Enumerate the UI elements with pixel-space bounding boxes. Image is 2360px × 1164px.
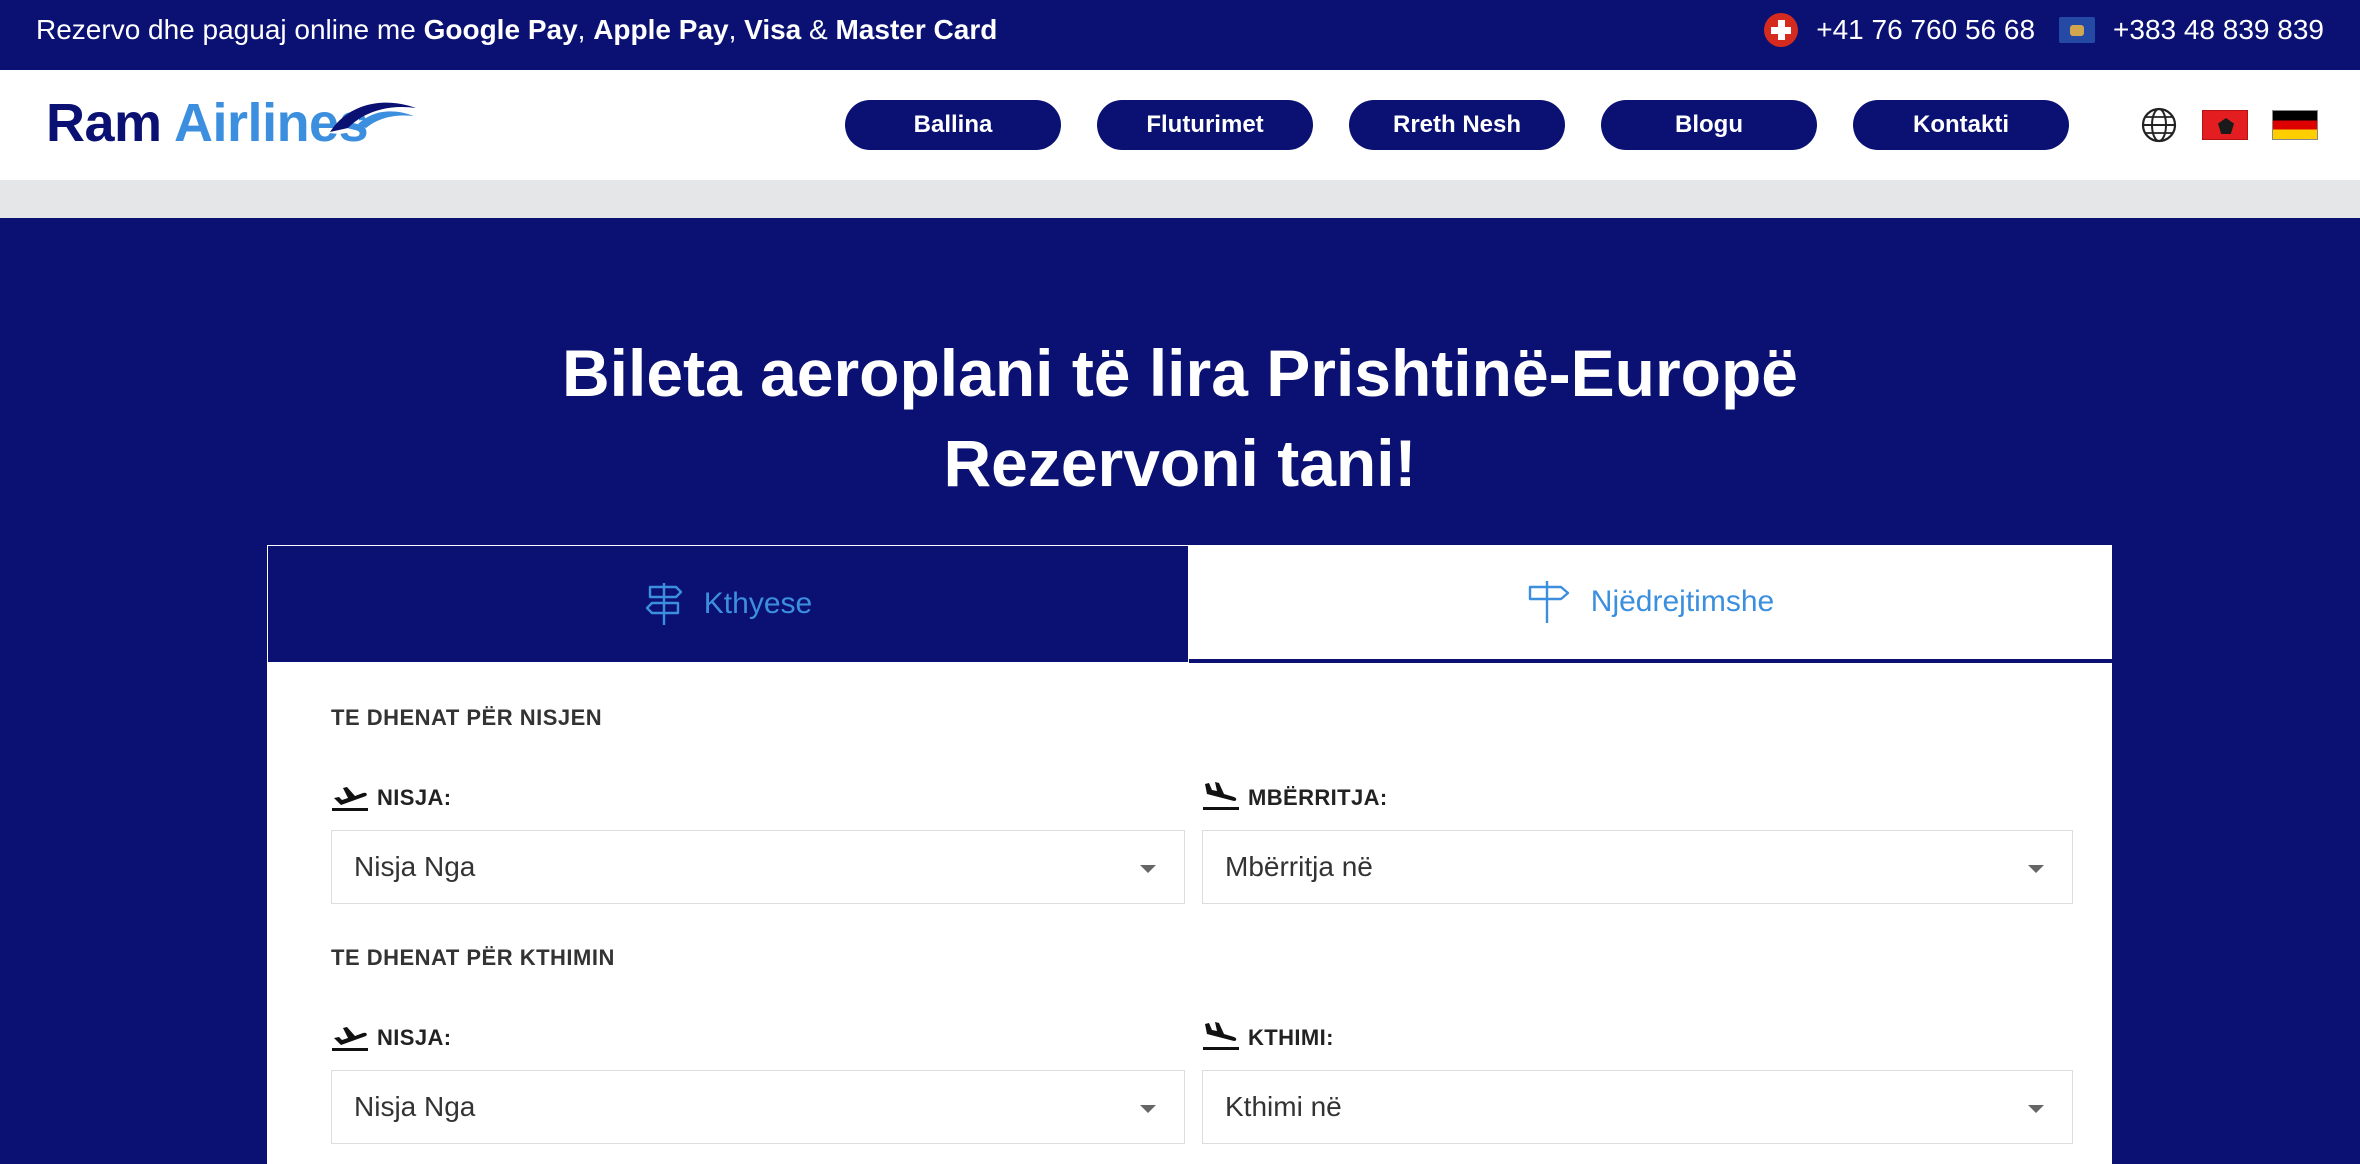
kosovo-flag-icon [2059,17,2096,43]
signpost-two-way-icon [645,583,682,625]
nav-blogu[interactable]: Blogu [1601,100,1817,150]
outbound-from-value: Nisja Nga [354,851,476,882]
outbound-from-label: NISJA: [331,783,452,811]
promo-separator: & [801,14,836,45]
plane-arrival-icon [1203,782,1239,810]
plane-departure-icon [332,1027,368,1051]
language-switcher [2140,106,2318,144]
outbound-to-label-text: MBËRRITJA: [1248,785,1388,810]
mastercard-label: Master Card [835,14,998,45]
payment-promo: Rezervo dhe paguaj online me Google Pay,… [36,0,997,60]
signpost-one-way-icon [1528,581,1569,623]
outbound-to-select[interactable]: Mbërritja në [1202,830,2073,904]
ram-airlines-logo[interactable]: Ram Airlines [46,92,369,154]
nav-fluturimet[interactable]: Fluturimet [1097,100,1313,150]
outbound-from-label-text: NISJA: [377,785,452,810]
outbound-from-select[interactable]: Nisja Nga [331,830,1185,904]
hero-title-line1: Bileta aeroplani të lira Prishtinë-Europ… [562,336,1798,410]
switzerland-flag-icon [1764,13,1799,47]
chevron-down-icon [2028,865,2044,873]
top-bar: Rezervo dhe paguaj online me Google Pay,… [0,0,2360,70]
nav-kontakti[interactable]: Kontakti [1853,100,2069,150]
albanian-flag-icon[interactable] [2202,110,2248,140]
phone-kosovo[interactable]: +383 48 839 839 [2113,14,2324,46]
return-from-value: Nisja Nga [354,1091,476,1122]
promo-separator: , [728,14,745,45]
plane-arrival-icon [1203,1022,1239,1050]
tab-one-way-label: Njëdrejtimshe [1590,585,1775,618]
main-nav: Ballina Fluturimet Rreth Nesh Blogu Kont… [845,100,2069,150]
return-from-select[interactable]: Nisja Nga [331,1070,1185,1144]
promo-text: Rezervo dhe paguaj online me [36,14,424,45]
nav-ballina[interactable]: Ballina [845,100,1061,150]
outbound-section-title: TE DHENAT PËR NISJEN [331,705,603,730]
header-divider-band [0,180,2360,218]
outbound-to-label: MBËRRITJA: [1202,781,1388,811]
chevron-down-icon [2028,1105,2044,1113]
tab-round-trip[interactable]: Kthyese [267,545,1189,663]
return-section-title: TE DHENAT PËR KTHIMIN [331,945,615,970]
visa-label: Visa [744,14,802,45]
hero-title: Bileta aeroplani të lira Prishtinë-Europ… [0,328,2360,508]
return-to-select[interactable]: Kthimi në [1202,1070,2073,1144]
globe-icon[interactable] [2140,106,2178,144]
chevron-down-icon [1140,865,1156,873]
return-from-label: NISJA: [331,1023,452,1051]
phone-switzerland[interactable]: +41 76 760 56 68 [1816,14,2035,46]
logo-bird-icon [330,102,416,132]
tab-one-way[interactable]: Njëdrejtimshe [1189,545,2112,663]
logo-text-ram: Ram [46,93,162,153]
german-flag-icon[interactable] [2272,110,2318,140]
plane-departure-icon [332,787,368,811]
chevron-down-icon [1140,1105,1156,1113]
return-to-value: Kthimi në [1225,1091,1342,1122]
trip-type-tabs: Kthyese Njëdrejtimshe [267,545,2112,663]
return-to-label-text: KTHIMI: [1248,1025,1334,1050]
nav-rreth-nesh[interactable]: Rreth Nesh [1349,100,1565,150]
tab-round-trip-label: Kthyese [703,587,813,620]
google-pay-label: Google Pay [423,14,578,45]
return-to-label: KTHIMI: [1202,1021,1334,1051]
promo-separator: , [577,14,594,45]
booking-form: Kthyese Njëdrejtimshe TE DHENAT PËR NISJ… [267,545,2112,1164]
return-from-label-text: NISJA: [377,1025,452,1050]
outbound-to-value: Mbërritja në [1225,851,1373,882]
hero-title-line2: Rezervoni tani! [943,426,1417,500]
contact-phones: +41 76 760 56 68 +383 48 839 839 [1764,0,2324,60]
site-header: Ram Airlines Ballina Fluturimet Rreth Ne… [0,70,2360,180]
apple-pay-label: Apple Pay [593,14,729,45]
